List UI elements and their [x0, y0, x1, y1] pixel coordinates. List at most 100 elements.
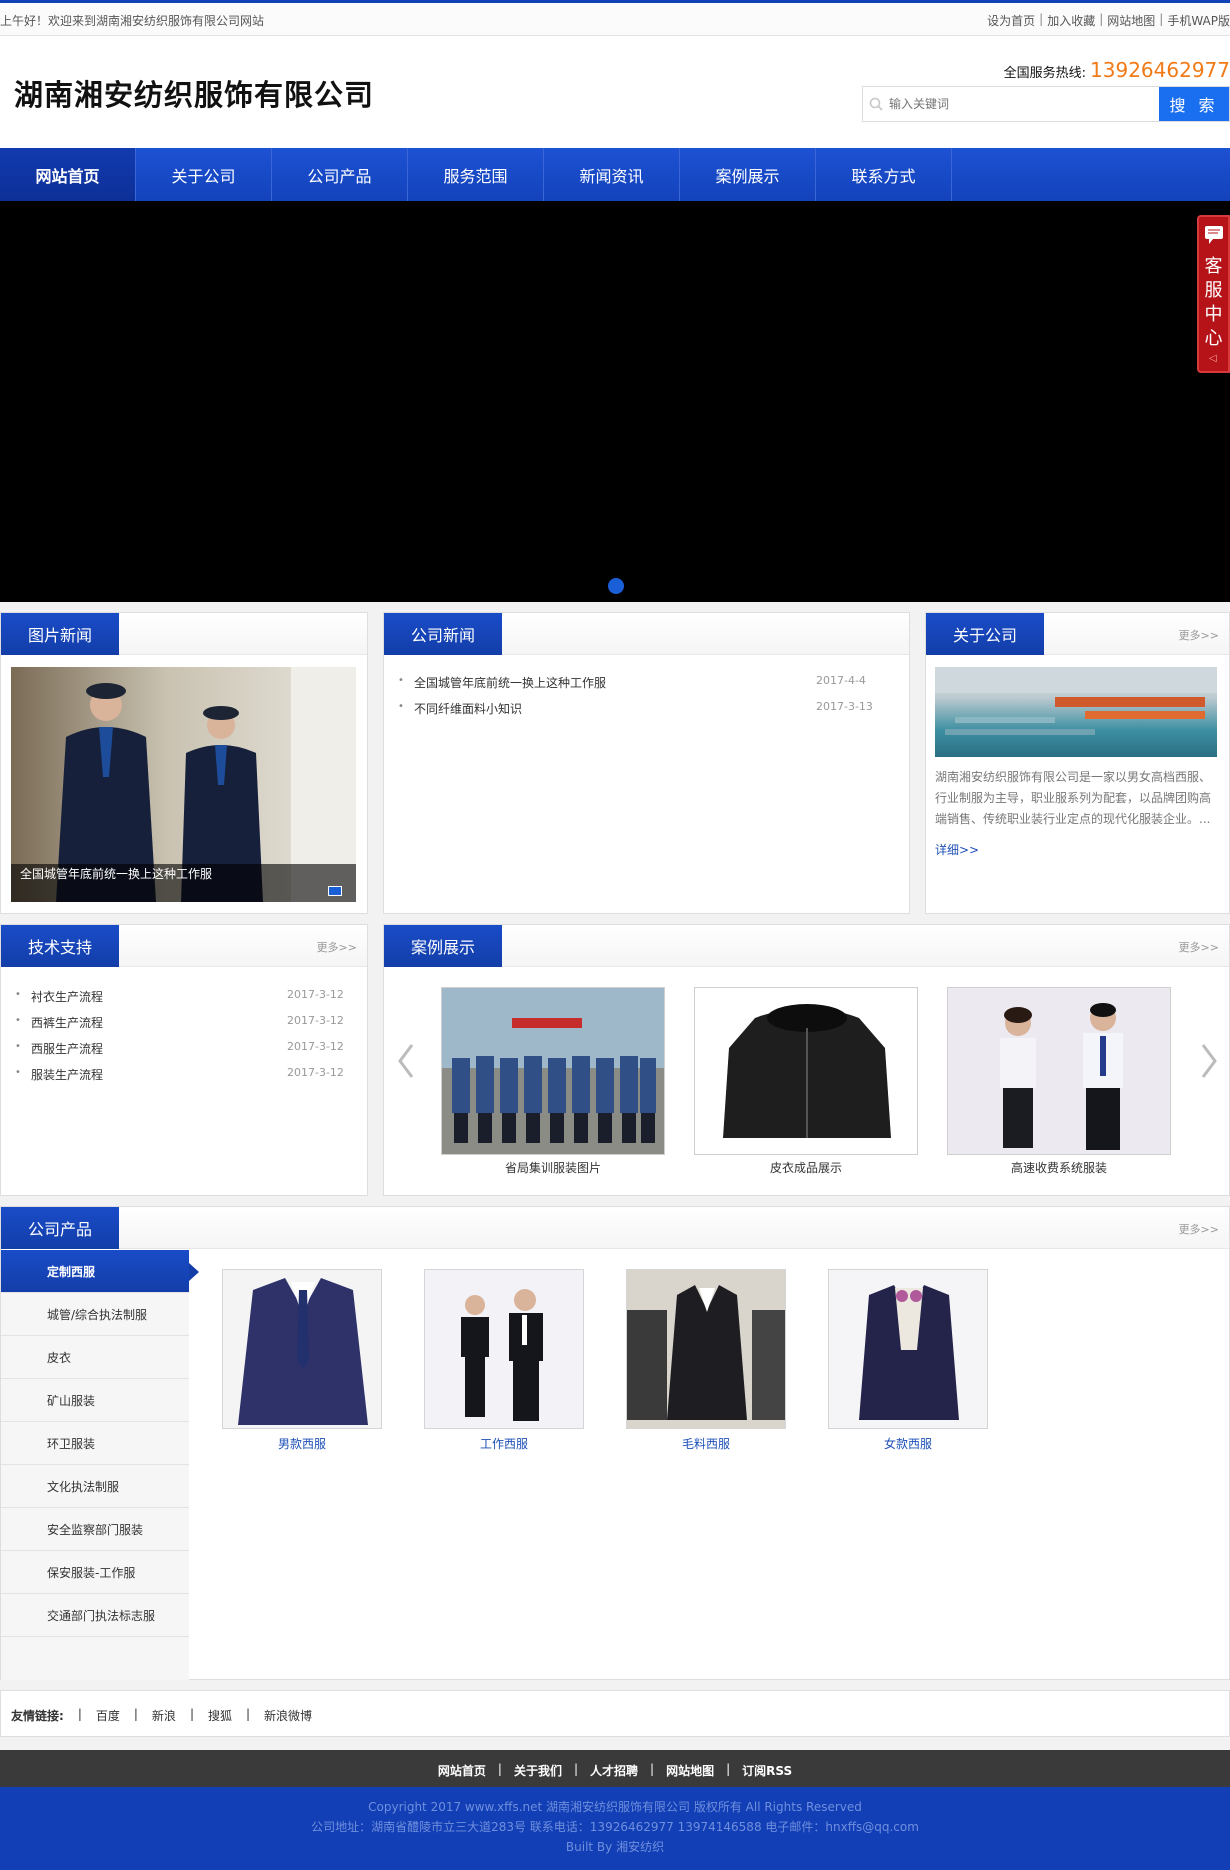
header: 湖南湘安纺织服饰有限公司 全国服务热线: 13926462977 搜 索: [0, 36, 1230, 148]
top-links: 设为首页 | 加入收藏 | 网站地图 | 手机WAP版: [987, 12, 1230, 29]
about-panel: 关于公司 更多>> 湖南湘安纺织服饰有限公司是一家以男女高档西服、行业制服为主导…: [925, 612, 1230, 914]
footer: Copyright 2017 www.xffs.net 湖南湘安纺织服饰有限公司…: [0, 1787, 1230, 1870]
picture-news-caption[interactable]: 全国城管年底前统一换上这种工作服: [20, 865, 212, 882]
case-image[interactable]: [694, 987, 918, 1155]
product-image[interactable]: [626, 1269, 786, 1429]
news-date: 2017-3-13: [816, 700, 873, 713]
list-item[interactable]: • 西服生产流程 2017-3-12: [1, 1035, 367, 1061]
picture-news-indicator[interactable]: [328, 886, 342, 896]
products-more-link[interactable]: 更多>>: [1179, 1221, 1219, 1237]
search-button[interactable]: 搜 索: [1159, 87, 1229, 121]
products-title: 公司产品: [1, 1207, 119, 1249]
friend-link[interactable]: 搜狐: [208, 1707, 232, 1724]
list-item[interactable]: • 全国城管年底前统一换上这种工作服 2017-4-4: [384, 669, 909, 695]
category-item[interactable]: 文化执法制服: [1, 1465, 189, 1508]
tech-item-title[interactable]: 西服生产流程: [31, 1040, 103, 1057]
footer-link-jobs[interactable]: 人才招聘: [590, 1762, 638, 1779]
nav-about[interactable]: 关于公司: [136, 148, 272, 201]
category-item[interactable]: 皮衣: [1, 1336, 189, 1379]
hero-banner: [0, 201, 1230, 602]
product-item[interactable]: 男款西服: [222, 1269, 382, 1452]
tech-item-title[interactable]: 衬衣生产流程: [31, 988, 103, 1005]
nav-products[interactable]: 公司产品: [272, 148, 408, 201]
nav-home[interactable]: 网站首页: [0, 148, 136, 201]
nav-cases[interactable]: 案例展示: [680, 148, 816, 201]
case-item[interactable]: 皮衣成品展示: [694, 987, 918, 1176]
case-item[interactable]: 省局集训服装图片: [441, 987, 665, 1176]
next-arrow-icon[interactable]: [1199, 1043, 1219, 1079]
product-caption[interactable]: 工作西服: [424, 1435, 584, 1452]
category-item[interactable]: 矿山服装: [1, 1379, 189, 1422]
address-text: 公司地址：湖南省醴陵市立三大道283号 联系电话：13926462977 139…: [311, 1820, 919, 1834]
category-item[interactable]: 保安服装-工作服: [1, 1551, 189, 1594]
case-caption[interactable]: 高速收费系统服装: [947, 1159, 1171, 1176]
category-item[interactable]: 交通部门执法标志服: [1, 1594, 189, 1637]
case-caption[interactable]: 皮衣成品展示: [694, 1159, 918, 1176]
top-bar: 上午好！欢迎来到湖南湘安纺织服饰有限公司网站 设为首页 | 加入收藏 | 网站地图 |…: [0, 0, 1230, 36]
nav-services[interactable]: 服务范围: [408, 148, 544, 201]
add-favorite-link[interactable]: 加入收藏: [1047, 12, 1095, 29]
search-input[interactable]: [889, 87, 1159, 121]
list-item[interactable]: • 衬衣生产流程 2017-3-12: [1, 983, 367, 1009]
collapse-arrow-icon[interactable]: ◁: [1209, 353, 1217, 364]
customer-service-tab[interactable]: 客 服 中 心 ◁: [1197, 215, 1230, 373]
tech-item-title[interactable]: 西裤生产流程: [31, 1014, 103, 1031]
footer-link-rss[interactable]: 订阅RSS: [742, 1762, 792, 1779]
case-item[interactable]: 高速收费系统服装: [947, 987, 1171, 1176]
product-caption[interactable]: 毛料西服: [626, 1435, 786, 1452]
case-caption[interactable]: 省局集训服装图片: [441, 1159, 665, 1176]
product-image[interactable]: [222, 1269, 382, 1429]
product-item[interactable]: 女款西服: [828, 1269, 988, 1452]
about-more-link[interactable]: 更多>>: [1179, 627, 1219, 643]
search-box: 搜 索: [862, 86, 1230, 122]
friend-link[interactable]: 百度: [96, 1707, 120, 1724]
footer-link-sitemap[interactable]: 网站地图: [666, 1762, 714, 1779]
category-item[interactable]: 环卫服装: [1, 1422, 189, 1465]
tech-item-date: 2017-3-12: [287, 1014, 344, 1027]
cases-more-link[interactable]: 更多>>: [1179, 939, 1219, 955]
product-item[interactable]: 工作西服: [424, 1269, 584, 1452]
product-item[interactable]: 毛料西服: [626, 1269, 786, 1452]
nav-news[interactable]: 新闻资讯: [544, 148, 680, 201]
product-image[interactable]: [828, 1269, 988, 1429]
category-item[interactable]: 安全监察部门服装: [1, 1508, 189, 1551]
copyright-text: Copyright 2017 www.xffs.net 湖南湘安纺织服饰有限公司…: [368, 1800, 862, 1814]
prev-arrow-icon[interactable]: [396, 1043, 416, 1079]
category-item[interactable]: 城管/综合执法制服: [1, 1293, 189, 1336]
product-caption[interactable]: 男款西服: [222, 1435, 382, 1452]
service-char: 中: [1204, 304, 1223, 325]
list-item[interactable]: • 服装生产流程 2017-3-12: [1, 1061, 367, 1087]
service-char: 心: [1204, 328, 1223, 349]
tech-item-title[interactable]: 服装生产流程: [31, 1066, 103, 1083]
service-label: 客 服 中 心: [1199, 255, 1228, 351]
products-panel: 公司产品 更多>> 定制西服 城管/综合执法制服 皮衣 矿山服装 环卫服装 文化…: [0, 1206, 1230, 1680]
case-image[interactable]: [947, 987, 1171, 1155]
product-caption[interactable]: 女款西服: [828, 1435, 988, 1452]
about-title: 关于公司: [926, 613, 1044, 655]
footer-link-about[interactable]: 关于我们: [514, 1762, 562, 1779]
hotline-number: 13926462977: [1090, 58, 1230, 82]
about-detail-link[interactable]: 详细>>: [935, 841, 979, 858]
product-image[interactable]: [424, 1269, 584, 1429]
friend-link[interactable]: 新浪微博: [264, 1707, 312, 1724]
picture-news-image[interactable]: 全国城管年底前统一换上这种工作服: [11, 667, 356, 902]
tech-more-link[interactable]: 更多>>: [317, 939, 357, 955]
active-pointer-icon: [189, 1263, 199, 1281]
nav-contact[interactable]: 联系方式: [816, 148, 952, 201]
friend-link[interactable]: 新浪: [152, 1707, 176, 1724]
category-item-custom-suit[interactable]: 定制西服: [1, 1250, 189, 1293]
mobile-wap-link[interactable]: 手机WAP版: [1167, 12, 1230, 29]
search-icon: [863, 87, 889, 121]
set-homepage-link[interactable]: 设为首页: [987, 12, 1035, 29]
site-logo[interactable]: 湖南湘安纺织服饰有限公司: [14, 72, 374, 114]
hotline-label: 全国服务热线:: [1003, 66, 1087, 81]
footer-link-home[interactable]: 网站首页: [438, 1762, 486, 1779]
news-title[interactable]: 不同纤维面料小知识: [414, 700, 522, 717]
sitemap-link[interactable]: 网站地图: [1107, 12, 1155, 29]
cases-panel: 案例展示 更多>> 省局集训服装图片 皮衣成品展示 高速收费系统服装: [383, 924, 1230, 1196]
list-item[interactable]: • 不同纤维面料小知识 2017-3-13: [384, 695, 909, 721]
news-title[interactable]: 全国城管年底前统一换上这种工作服: [414, 674, 606, 691]
list-item[interactable]: • 西裤生产流程 2017-3-12: [1, 1009, 367, 1035]
slider-dot[interactable]: [608, 578, 624, 594]
case-image[interactable]: [441, 987, 665, 1155]
